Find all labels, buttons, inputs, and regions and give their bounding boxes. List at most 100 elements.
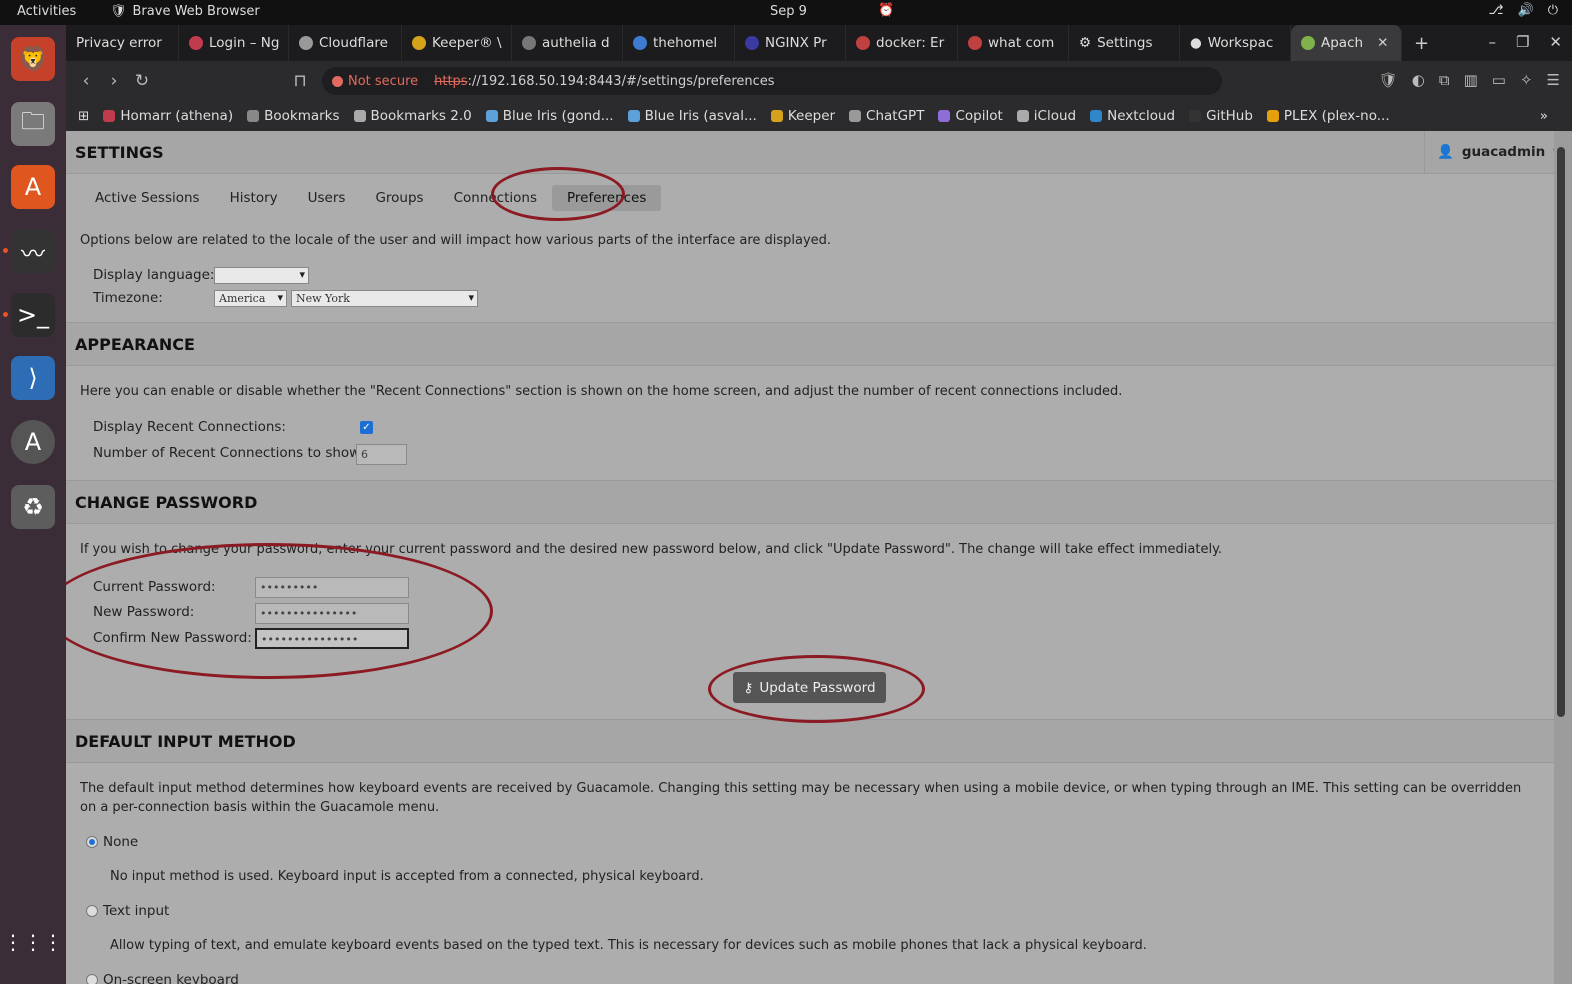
tab-cloudflare[interactable]: Cloudflare bbox=[289, 25, 402, 61]
page-title: SETTINGS bbox=[75, 143, 164, 162]
recent-count-input[interactable]: 6 bbox=[356, 444, 407, 465]
activities-button[interactable]: Activities bbox=[17, 4, 76, 19]
tab-workspace[interactable]: ● Workspac bbox=[1180, 25, 1291, 61]
bookmark-page-icon[interactable]: ⊓ bbox=[286, 71, 314, 91]
current-password-input[interactable]: ••••••••• bbox=[255, 577, 409, 598]
trash-icon[interactable]: ♻ bbox=[11, 485, 55, 529]
input-method-text-radio[interactable] bbox=[86, 905, 98, 917]
bookmark-label: ChatGPT bbox=[866, 108, 925, 124]
bookmark-label: Nextcloud bbox=[1107, 108, 1176, 124]
bookmark-item[interactable]: Nextcloud bbox=[1090, 108, 1175, 124]
brave-shields-icon[interactable]: 🛡 bbox=[1379, 71, 1398, 89]
input-method-text-desc: Allow typing of text, and emulate keyboa… bbox=[110, 938, 1147, 953]
window-controls: – ❐ ✕ bbox=[1488, 33, 1562, 51]
settings-tabs: Active Sessions History Users Groups Con… bbox=[80, 185, 662, 211]
running-indicator bbox=[3, 312, 8, 317]
close-tab-icon[interactable]: ✕ bbox=[1377, 35, 1388, 51]
url-text[interactable]: https://192.168.50.194:8443/#/settings/p… bbox=[434, 74, 774, 89]
bookmark-item[interactable]: Copilot bbox=[938, 108, 1003, 124]
restore-icon[interactable]: ❐ bbox=[1516, 33, 1529, 51]
tab-login[interactable]: Login – Ng bbox=[179, 25, 289, 61]
user-menu[interactable]: 👤 guacadmin ▾ bbox=[1424, 131, 1554, 173]
tab-authelia[interactable]: authelia d bbox=[512, 25, 623, 61]
vscode-icon[interactable]: ⟩ bbox=[11, 356, 55, 400]
timezone-region-select[interactable]: America bbox=[214, 290, 287, 307]
display-language-select[interactable] bbox=[214, 267, 309, 284]
new-password-input[interactable]: ••••••••••••••• bbox=[255, 603, 409, 624]
running-indicator bbox=[3, 248, 8, 253]
new-tab-button[interactable]: + bbox=[1402, 33, 1441, 54]
terminal-icon[interactable]: >_ bbox=[11, 293, 55, 337]
sidebar-icon[interactable]: ▥ bbox=[1464, 71, 1478, 89]
bookmark-label: Copilot bbox=[955, 108, 1003, 124]
tab-what-com[interactable]: what com bbox=[958, 25, 1069, 61]
bookmark-item[interactable]: ChatGPT bbox=[849, 108, 924, 124]
bookmark-item[interactable]: Blue Iris (asval... bbox=[627, 108, 757, 124]
tab-privacy-error[interactable]: Privacy error bbox=[66, 25, 179, 61]
bookmark-item[interactable]: Blue Iris (gond... bbox=[485, 108, 614, 124]
clock[interactable]: Sep 9 bbox=[770, 4, 807, 19]
brave-browser-icon[interactable]: 🦁 bbox=[11, 37, 55, 81]
tab-groups[interactable]: Groups bbox=[360, 185, 438, 211]
tab-settings[interactable]: ⚙ Settings bbox=[1069, 25, 1180, 61]
leo-icon[interactable]: ✧ bbox=[1520, 71, 1533, 89]
apps-grid-icon[interactable]: ⊞ bbox=[78, 108, 89, 124]
tab-users[interactable]: Users bbox=[293, 185, 361, 211]
system-top-bar: Activities 🛡 Brave Web Browser Sep 9 ⏰ ⎇… bbox=[0, 0, 1572, 25]
bookmark-label: GitHub bbox=[1206, 108, 1253, 124]
recent-connections-checkbox[interactable]: ✓ bbox=[360, 421, 373, 434]
bookmark-item[interactable]: Homarr (athena) bbox=[103, 108, 233, 124]
input-method-osk-radio[interactable] bbox=[86, 974, 98, 984]
reload-icon[interactable]: ↻ bbox=[128, 71, 156, 91]
timezone-city-select[interactable]: New York bbox=[291, 290, 478, 307]
confirm-password-input[interactable]: ••••••••••••••• bbox=[255, 628, 409, 649]
wallet-icon[interactable]: ▭ bbox=[1492, 71, 1506, 89]
tab-thehomelab[interactable]: thehomel bbox=[623, 25, 735, 61]
forward-icon[interactable]: › bbox=[100, 71, 128, 91]
user-icon: 👤 bbox=[1437, 144, 1454, 160]
bookmark-item[interactable]: iCloud bbox=[1016, 108, 1076, 124]
extension-icon[interactable]: ◐ bbox=[1412, 71, 1425, 89]
files-icon[interactable]: 🗀 bbox=[11, 102, 55, 146]
bookmark-label: Homarr (athena) bbox=[120, 108, 234, 124]
tab-apache-active[interactable]: Apach ✕ bbox=[1291, 25, 1402, 61]
input-method-none-radio[interactable] bbox=[86, 836, 98, 848]
tab-docker[interactable]: docker: Er bbox=[846, 25, 958, 61]
display-language-label: Display language: bbox=[93, 267, 215, 283]
minimize-icon[interactable]: – bbox=[1488, 33, 1496, 51]
bookmark-favicon-icon bbox=[1090, 110, 1103, 122]
tab-nginx[interactable]: NGINX Pr bbox=[735, 25, 846, 61]
scrollbar-thumb[interactable] bbox=[1557, 147, 1565, 717]
bookmark-item[interactable]: PLEX (plex-no... bbox=[1266, 108, 1390, 124]
bookmark-label: Bookmarks bbox=[264, 108, 340, 124]
bookmarks-overflow-icon[interactable]: » bbox=[1540, 108, 1548, 124]
favicon-icon bbox=[522, 36, 536, 50]
bookmark-item[interactable]: Bookmarks bbox=[247, 108, 340, 124]
notification-icon[interactable]: ⏰ bbox=[878, 3, 894, 18]
tab-keeper[interactable]: Keeper® \ bbox=[402, 25, 512, 61]
bookmark-folder[interactable]: Bookmarks 2.0 bbox=[353, 108, 472, 124]
favicon-icon bbox=[1301, 36, 1315, 50]
back-icon[interactable]: ‹ bbox=[72, 71, 100, 91]
close-window-icon[interactable]: ✕ bbox=[1549, 33, 1562, 51]
favicon-icon bbox=[633, 36, 647, 50]
tab-preferences[interactable]: Preferences bbox=[552, 185, 662, 211]
volume-icon: 🔊 bbox=[1517, 3, 1534, 18]
app-grid-icon[interactable]: ⋮⋮⋮ bbox=[3, 920, 63, 964]
tab-history[interactable]: History bbox=[215, 185, 293, 211]
bookmark-item[interactable]: GitHub bbox=[1189, 108, 1253, 124]
not-secure-indicator[interactable]: Not secure bbox=[332, 74, 418, 89]
software-updater-icon[interactable]: A bbox=[11, 420, 55, 464]
bookmark-item[interactable]: Keeper bbox=[770, 108, 835, 124]
system-monitor-icon[interactable]: 〰 bbox=[11, 229, 55, 273]
app-menu[interactable]: 🛡 Brave Web Browser bbox=[110, 4, 260, 19]
address-bar[interactable]: Not secure https://192.168.50.194:8443/#… bbox=[322, 67, 1222, 95]
update-password-button[interactable]: ⚷ Update Password bbox=[733, 672, 886, 703]
system-tray[interactable]: ⎇ 🔊 ⏻ bbox=[1489, 3, 1558, 18]
tab-active-sessions[interactable]: Active Sessions bbox=[80, 185, 215, 211]
tab-connections[interactable]: Connections bbox=[439, 185, 552, 211]
extensions-puzzle-icon[interactable]: ⧉ bbox=[1439, 71, 1450, 89]
browser-tab-bar: Privacy error Login – Ng Cloudflare Keep… bbox=[66, 25, 1572, 61]
menu-icon[interactable]: ☰ bbox=[1547, 71, 1560, 89]
software-center-icon[interactable]: A bbox=[11, 165, 55, 209]
